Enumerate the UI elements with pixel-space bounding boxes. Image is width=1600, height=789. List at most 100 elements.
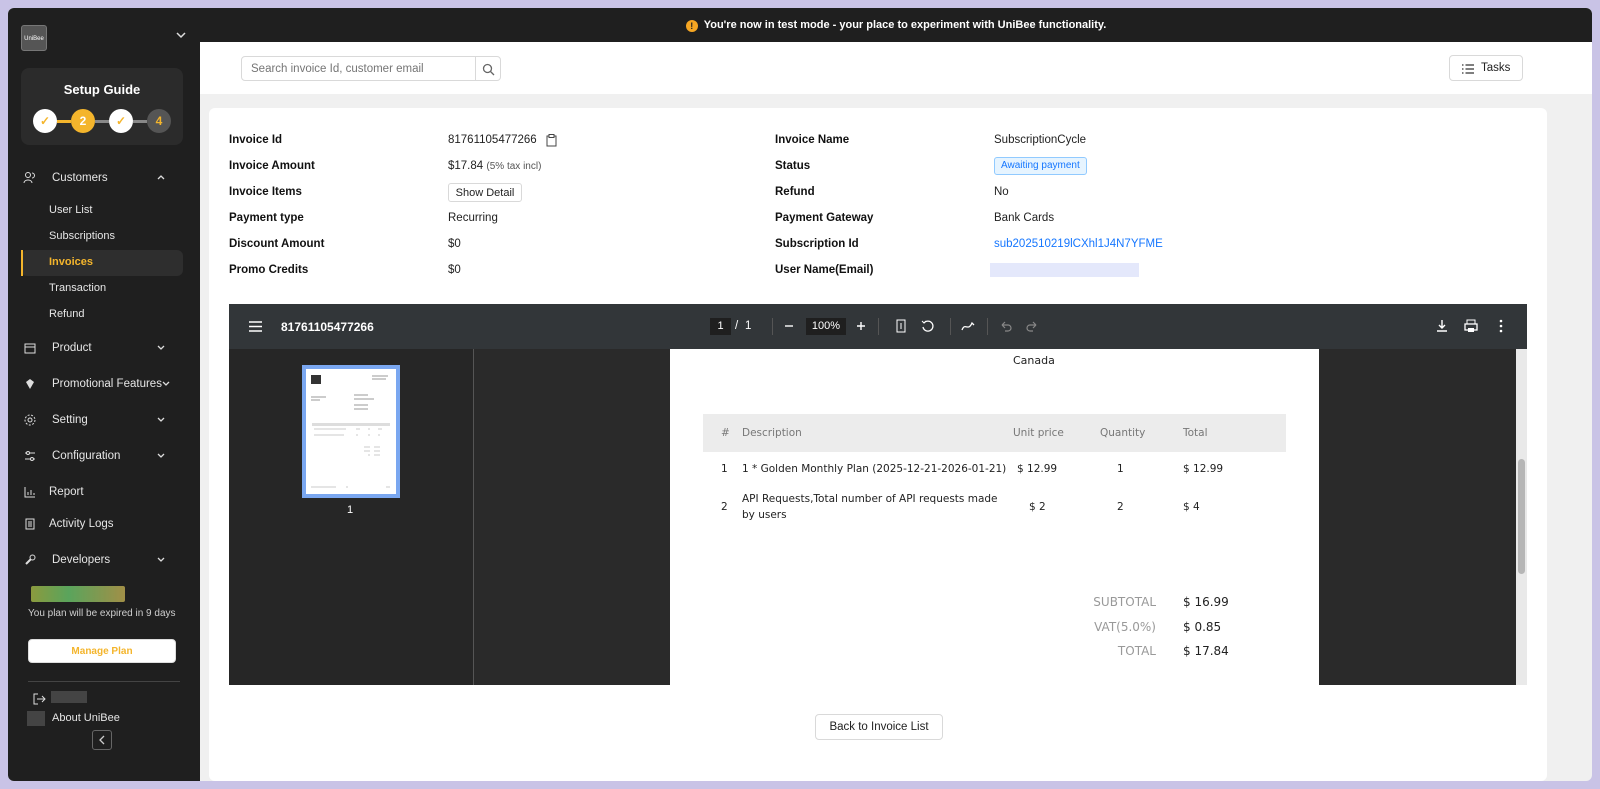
tasks-label: Tasks [1481,62,1511,74]
payment-type-value: Recurring [448,212,498,224]
row1-total: $ 12.99 [1183,463,1224,475]
discount-amount-value: $0 [448,238,461,250]
sidebar-item-invoices[interactable]: Invoices [49,256,93,268]
redo-icon[interactable] [1024,318,1040,334]
zoom-out-icon[interactable] [781,318,797,334]
setup-guide-card[interactable]: Setup Guide ✓ 2 ✓ 4 [21,68,183,145]
annotate-icon[interactable] [960,318,976,334]
show-detail-button[interactable]: Show Detail [448,183,522,202]
total-label: TOTAL [1117,644,1156,658]
chevron-down-icon [162,381,170,386]
tasks-button[interactable]: Tasks [1449,55,1523,81]
pdf-document-title: 81761105477266 [281,320,374,334]
pdf-scrollbar[interactable] [1516,349,1527,685]
rotate-icon[interactable] [920,318,936,334]
chevron-down-icon [157,557,165,562]
page-total: 1 [745,320,752,332]
user-email-redacted [990,263,1139,277]
invoice-detail-card: Invoice Id Invoice Amount Invoice Items … [209,108,1547,781]
nav-customers-label: Customers [52,172,108,184]
app-logo[interactable]: UniBee [21,25,47,51]
label-invoice-amount: Invoice Amount [229,160,315,172]
page-thumbnail[interactable] [302,365,400,498]
nav-configuration[interactable]: Configuration [21,443,183,469]
logout-icon[interactable] [33,693,47,705]
status-badge: Awaiting payment [994,157,1087,175]
nav-report-label: Report [49,486,84,498]
vat-label: VAT(5.0%) [1094,620,1156,634]
list-icon [1462,64,1474,74]
subtotal-value: $ 16.99 [1183,595,1229,609]
step-2-current[interactable]: 2 [71,109,95,133]
refund-value: No [994,186,1009,198]
step-connector [57,120,71,123]
chevron-down-icon[interactable] [175,30,187,40]
pdf-page: Canada # Description Unit price Quantity… [670,349,1319,685]
print-icon[interactable] [1463,318,1479,334]
undo-icon[interactable] [998,318,1014,334]
row2-description: API Requests,Total number of API request… [742,493,998,505]
page-separator: / [735,320,739,332]
copy-icon[interactable] [546,134,557,147]
collapse-sidebar-button[interactable] [92,730,112,750]
invoice-table-header: # Description Unit price Quantity Total [703,414,1286,452]
sidebar-item-subscriptions[interactable]: Subscriptions [49,230,115,242]
sidebar-item-user-list[interactable]: User List [49,204,92,216]
th-total: Total [1183,427,1208,439]
vat-value: $ 0.85 [1183,620,1222,634]
more-options-icon[interactable] [1493,318,1509,334]
zoom-level[interactable]: 100% [806,318,846,335]
nav-activity-logs[interactable]: Activity Logs [21,511,183,537]
thumbnail-preview [311,375,390,488]
step-1-done[interactable]: ✓ [33,109,57,133]
chevron-down-icon [157,453,165,458]
back-to-invoice-list-button[interactable]: Back to Invoice List [815,714,943,740]
step-4-pending[interactable]: 4 [147,109,171,133]
search-button[interactable] [475,56,501,81]
active-item-indicator [21,250,23,276]
invoice-name-value: SubscriptionCycle [994,134,1087,146]
nav-setting[interactable]: Setting [21,407,183,433]
search-icon [482,63,495,76]
subscription-id-link[interactable]: sub202510219lCXhl1J4N7YFME [994,238,1163,250]
box-icon [24,343,36,354]
fit-page-icon[interactable] [893,318,909,334]
row1-quantity: 1 [1117,463,1124,475]
plan-expiry-notice: You plan will be expired in 9 days [28,608,176,619]
toolbar-divider [878,318,879,335]
nav-setting-label: Setting [52,414,88,426]
nav-developers[interactable]: Developers [21,547,183,573]
subtotal-label: SUBTOTAL [1093,595,1156,609]
invoice-id-value: 81761105477266 [448,134,537,146]
nav-customers[interactable]: Customers [21,165,183,191]
step-connector [133,120,147,123]
manage-plan-button[interactable]: Manage Plan [28,639,176,663]
search-input[interactable] [241,56,476,81]
amount-text: $17.84 [448,160,484,172]
row2-description-cont: by users [742,509,787,521]
zoom-in-icon[interactable] [853,318,869,334]
download-icon[interactable] [1434,318,1450,334]
scrollbar-thumb[interactable] [1518,459,1525,574]
nav-promotional-features[interactable]: Promotional Features [21,371,183,397]
about-icon [27,711,45,726]
chevron-down-icon [157,345,165,350]
page-number-input[interactable]: 1 [710,318,731,335]
promo-credits-value: $0 [448,264,461,276]
sidebar-divider [28,681,180,682]
nav-product[interactable]: Product [21,335,183,361]
menu-icon[interactable] [249,321,262,332]
pdf-page-area: Canada # Description Unit price Quantity… [475,349,1527,685]
step-3-done[interactable]: ✓ [109,109,133,133]
users-icon [23,172,35,184]
row2-unit-price: $ 2 [1029,501,1046,513]
sidebar-item-refund[interactable]: Refund [49,308,84,320]
setup-guide-title: Setup Guide [63,82,141,97]
app-window: UniBee Setup Guide ✓ 2 ✓ 4 Customers Use… [8,8,1592,781]
test-mode-banner: ! You're now in test mode - your place to… [200,8,1592,42]
header-bar: Tasks [200,42,1592,94]
nav-report[interactable]: Report [21,479,183,505]
sidebar-item-transaction[interactable]: Transaction [49,282,106,294]
th-number: # [721,427,730,439]
about-unibee-link[interactable]: About UniBee [52,712,120,724]
